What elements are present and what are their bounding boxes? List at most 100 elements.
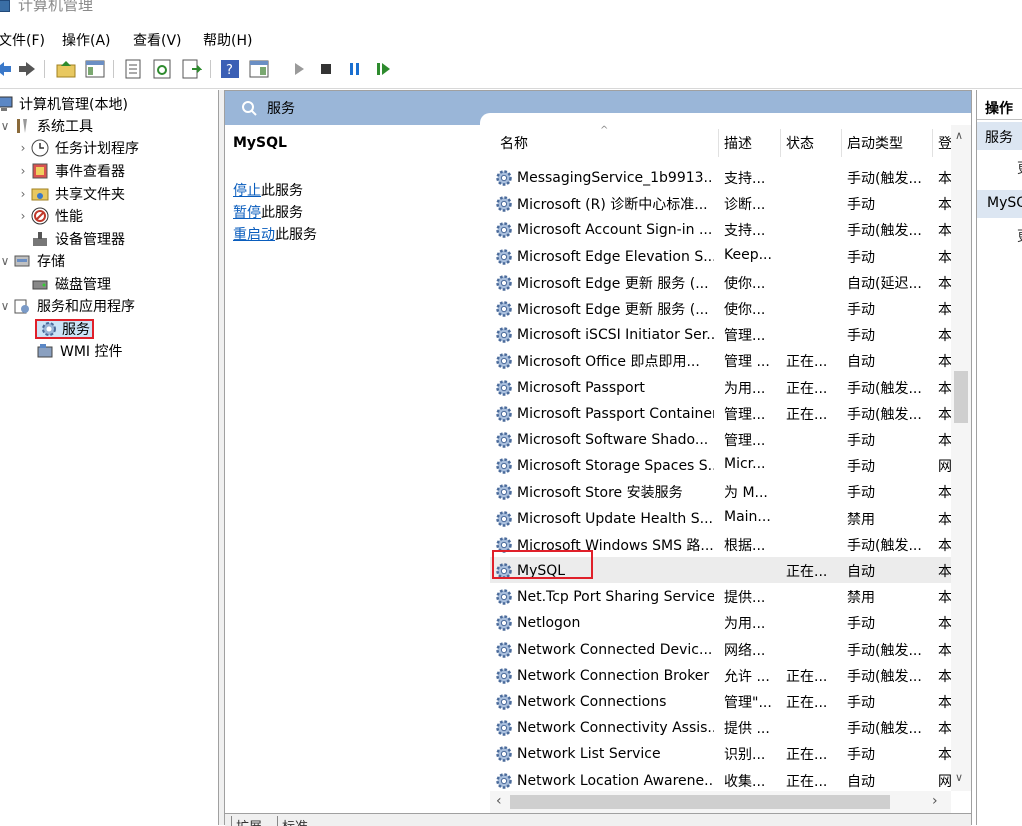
tree-item-wmi[interactable]: WMI 控件 xyxy=(35,340,123,362)
tree-item-system-tools[interactable]: ∨ 系统工具 xyxy=(0,115,93,137)
pause-service-icon[interactable] xyxy=(344,58,366,80)
table-row[interactable]: Microsoft Office 即点即用... 管理 ... 正在... 自动 本 xyxy=(490,347,955,373)
tree-item-services[interactable]: 服务 xyxy=(35,318,94,340)
horizontal-scrollbar[interactable]: ‹ › xyxy=(490,791,951,813)
table-row[interactable]: Microsoft Account Sign-in ... 支持... 手动(触发.… xyxy=(490,216,955,242)
tree-item-disk-management[interactable]: 磁盘管理 xyxy=(30,273,111,295)
start-service-icon[interactable] xyxy=(288,58,310,80)
service-start-type: 禁用 xyxy=(847,590,875,607)
back-arrow-icon[interactable] xyxy=(0,58,14,80)
collapse-arrow-icon[interactable]: ∨ xyxy=(0,299,12,313)
table-row[interactable]: Network Location Awarene... 收集... 正在... 自动 网 xyxy=(490,767,955,791)
view-tabs: 扩展 标准 xyxy=(225,813,971,826)
tree-item-shared-folders[interactable]: › 共享文件夹 xyxy=(16,183,125,205)
gear-icon xyxy=(496,458,512,474)
refresh-icon[interactable] xyxy=(151,58,173,80)
actions-section-mysql[interactable]: MySQL xyxy=(977,190,1022,218)
vertical-scroll-thumb[interactable] xyxy=(954,371,968,423)
tree-item-event-viewer[interactable]: › 事件查看器 xyxy=(16,160,125,182)
stop-service-icon[interactable] xyxy=(315,58,337,80)
table-row[interactable]: Microsoft (R) 诊断中心标准... 诊断... 手动 本 xyxy=(490,190,955,216)
pause-service-link[interactable]: 暂停 xyxy=(233,205,261,221)
service-name-cell: Microsoft Edge 更新 服务 (... xyxy=(494,299,714,319)
forward-arrow-icon[interactable] xyxy=(16,58,38,80)
table-row[interactable]: Microsoft Storage Spaces S... Micr... 手动 网 xyxy=(490,452,955,478)
collapse-arrow-icon[interactable]: ∨ xyxy=(0,254,12,268)
show-hide-tree-icon[interactable] xyxy=(84,58,106,80)
table-row[interactable]: Microsoft Store 安装服务 为 M... 手动 本 xyxy=(490,478,955,504)
table-row[interactable]: Microsoft Passport 为用... 正在... 手动(触发... 本 xyxy=(490,374,955,400)
collapse-arrow-icon[interactable]: ∨ xyxy=(0,119,12,133)
tree-item-services-apps[interactable]: ∨ 服务和应用程序 xyxy=(0,295,135,317)
export-list-icon[interactable] xyxy=(180,58,202,80)
table-row[interactable]: Microsoft Edge 更新 服务 (... 使你... 手动 本 xyxy=(490,295,955,321)
gear-icon xyxy=(496,170,512,186)
actions-section-services[interactable]: 服务 xyxy=(977,122,1022,150)
horizontal-scroll-thumb[interactable] xyxy=(510,795,890,809)
service-logon: 本 xyxy=(938,223,952,240)
tree-item-device-manager[interactable]: 设备管理器 xyxy=(30,228,125,250)
service-name: Microsoft Account Sign-in ... xyxy=(517,222,713,239)
show-action-pane-icon[interactable] xyxy=(248,58,270,80)
service-logon: 本 xyxy=(938,275,952,292)
table-row[interactable]: Microsoft Passport Container 管理... 正在... 手动… xyxy=(490,400,955,426)
column-header-state[interactable]: 状态 xyxy=(786,133,814,153)
tree-item-storage[interactable]: ∨ 存储 xyxy=(0,250,65,272)
selected-tree-item-box[interactable]: 服务 xyxy=(35,319,94,339)
actions-more-item-mysql[interactable]: 更 xyxy=(1017,226,1022,246)
vertical-scrollbar[interactable]: ∧ ∨ xyxy=(951,125,971,791)
service-logon: 本 xyxy=(938,171,952,187)
table-row[interactable]: Netlogon 为用... 手动 本 xyxy=(490,609,955,635)
scroll-right-icon[interactable]: › xyxy=(932,793,938,809)
scroll-down-icon[interactable]: ∨ xyxy=(955,771,963,784)
stop-service-link[interactable]: 停止 xyxy=(233,183,261,199)
table-row[interactable]: Microsoft Edge 更新 服务 (... 使你... 自动(延迟... 本 xyxy=(490,269,955,295)
gear-icon xyxy=(496,484,512,501)
column-divider[interactable] xyxy=(780,129,781,157)
properties-icon[interactable] xyxy=(122,58,144,80)
column-divider[interactable] xyxy=(932,129,933,157)
service-logon: 本 xyxy=(938,590,952,607)
menu-action[interactable]: 操作(A) xyxy=(62,30,111,50)
column-header-name[interactable]: 名称 xyxy=(500,133,528,153)
table-row[interactable]: Microsoft Software Shado... 管理... 手动 本 xyxy=(490,426,955,452)
table-row[interactable]: Network Connected Devic... 网络... 手动(触发... 本 xyxy=(490,636,955,662)
gear-icon xyxy=(496,615,512,632)
service-desc: 允许 ... xyxy=(724,668,770,685)
restart-service-link[interactable]: 重启动 xyxy=(233,227,275,243)
expand-arrow-icon[interactable]: › xyxy=(16,209,30,223)
column-divider[interactable] xyxy=(841,129,842,157)
service-logon: 本 xyxy=(938,537,952,554)
table-row[interactable]: Microsoft Edge Elevation S... Keep... 手动 本 xyxy=(490,243,955,269)
tree-item-task-scheduler[interactable]: › 任务计划程序 xyxy=(16,137,139,159)
tree-item-performance[interactable]: › 性能 xyxy=(16,205,83,227)
menu-help[interactable]: 帮助(H) xyxy=(203,30,252,50)
column-header-desc[interactable]: 描述 xyxy=(724,133,752,153)
tree-item-root[interactable]: 计算机管理(本地) xyxy=(0,93,128,115)
table-row[interactable]: Network Connectivity Assis... 提供 ... 手动(触发… xyxy=(490,714,955,740)
table-row[interactable]: Net.Tcp Port Sharing Service 提供... 禁用 本 xyxy=(490,583,955,609)
table-row[interactable]: Microsoft Update Health S... Main... 禁用 本 xyxy=(490,505,955,531)
restart-service-icon[interactable] xyxy=(372,58,394,80)
column-divider[interactable] xyxy=(718,129,719,157)
service-start-type: 手动 xyxy=(847,197,875,214)
table-row[interactable]: MessagingService_1b9913... 支持... 手动(触发... 本 xyxy=(490,164,955,190)
table-row[interactable]: Network Connection Broker 允许 ... 正在... 手动(触… xyxy=(490,662,955,688)
expand-arrow-icon[interactable]: › xyxy=(16,164,30,178)
actions-more-item[interactable]: 更 xyxy=(1017,158,1022,178)
expand-arrow-icon[interactable]: › xyxy=(16,187,30,201)
table-row[interactable]: Microsoft iSCSI Initiator Ser... 管理... 手动 本 xyxy=(490,321,955,347)
help-icon[interactable]: ? xyxy=(219,58,241,80)
service-name-cell: Network Location Awarene... xyxy=(494,771,714,791)
column-header-logon[interactable]: 登 xyxy=(938,133,952,153)
expand-arrow-icon[interactable]: › xyxy=(16,141,30,155)
table-row[interactable]: Network Connections 管理"... 正在... 手动 本 xyxy=(490,688,955,714)
menu-file[interactable]: 文件(F) xyxy=(0,30,45,50)
service-start-type: 手动(触发... xyxy=(847,537,922,554)
table-row[interactable]: Network List Service 识别... 正在... 手动 本 xyxy=(490,740,955,766)
scroll-up-icon[interactable]: ∧ xyxy=(955,129,963,142)
up-folder-icon[interactable] xyxy=(55,58,77,80)
column-header-start-type[interactable]: 启动类型 xyxy=(847,133,903,153)
scroll-left-icon[interactable]: ‹ xyxy=(496,793,502,809)
menu-view[interactable]: 查看(V) xyxy=(133,30,182,50)
